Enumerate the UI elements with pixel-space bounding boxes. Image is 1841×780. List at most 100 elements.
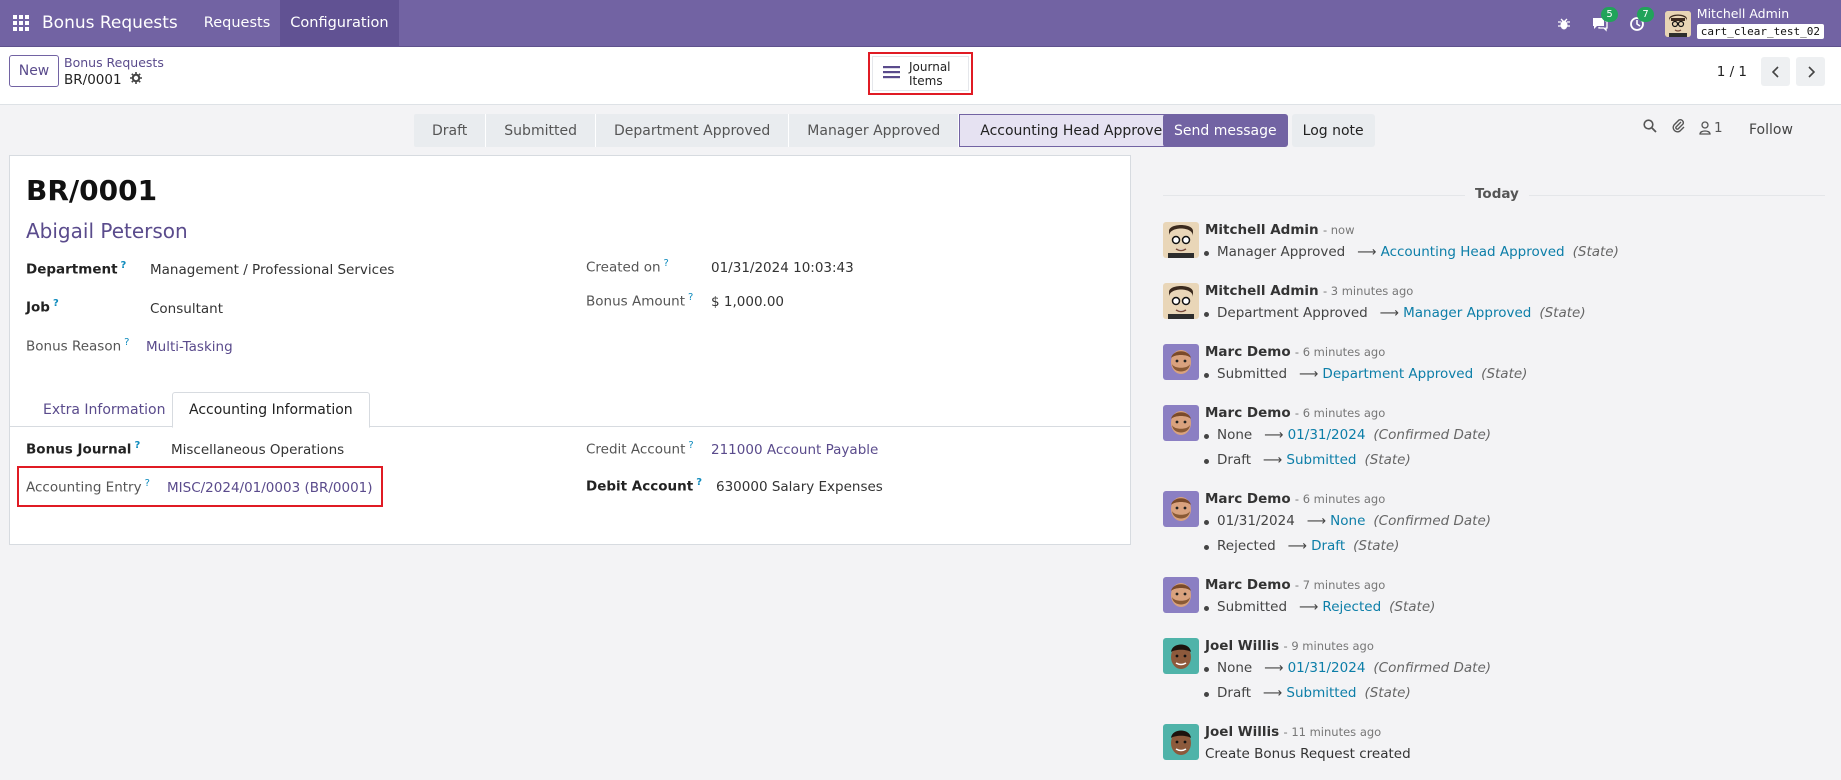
- tracking-new-value: Submitted: [1286, 685, 1357, 701]
- job-label: Job?: [26, 298, 59, 316]
- tracking-value: Manager Approved ⟶ Accounting Head Approve…: [1204, 244, 1619, 260]
- breadcrumb: Bonus Requests BR/0001: [64, 55, 164, 88]
- menu-configuration[interactable]: Configuration: [280, 0, 399, 47]
- message-header: Mitchell Admin - now: [1205, 222, 1355, 238]
- activities-count-badge: 7: [1637, 6, 1654, 22]
- tracking-value: Rejected ⟶ Draft (State): [1203, 538, 1399, 554]
- message-date: - 9 minutes ago: [1283, 639, 1374, 653]
- menu-requests[interactable]: Requests: [194, 0, 280, 47]
- bug-icon[interactable]: [1557, 17, 1571, 31]
- message-date: - 7 minutes ago: [1294, 578, 1386, 592]
- tracking-field-name: (State): [1481, 366, 1528, 382]
- tracking-field-name: (State): [1389, 599, 1436, 615]
- message-date: - 6 minutes ago: [1294, 406, 1386, 420]
- pager-previous-button[interactable]: [1761, 57, 1790, 86]
- author-avatar[interactable]: [1163, 283, 1199, 319]
- message-header: Marc Demo - 6 minutes ago: [1205, 344, 1385, 360]
- debit-account-field[interactable]: 630000 Salary Expenses: [716, 479, 883, 495]
- tracking-new-value: Department Approved: [1322, 366, 1474, 382]
- author-avatar[interactable]: [1163, 222, 1199, 258]
- chatter-tools: 1: [1643, 118, 1723, 137]
- tracking-value: Draft ⟶ Submitted (State): [1204, 685, 1411, 701]
- author-avatar[interactable]: [1163, 638, 1199, 674]
- message-author[interactable]: Mitchell Admin: [1205, 222, 1319, 238]
- tracking-new-value: Submitted: [1286, 452, 1357, 468]
- stage-submitted[interactable]: Submitted: [486, 114, 596, 147]
- bars-icon: [883, 65, 900, 83]
- message-author[interactable]: Joel Willis: [1205, 638, 1279, 654]
- journal-items-button[interactable]: Journal Items: [872, 56, 969, 91]
- app-brand[interactable]: Bonus Requests: [42, 13, 178, 33]
- activities-clock-icon[interactable]: 7: [1629, 6, 1654, 32]
- author-avatar[interactable]: [1163, 491, 1199, 527]
- message-author[interactable]: Marc Demo: [1205, 405, 1291, 421]
- arrow-right-icon: ⟶: [1299, 366, 1319, 382]
- apps-menu-icon[interactable]: [2, 0, 40, 47]
- tracking-old-value: Draft: [1217, 685, 1252, 701]
- debit-account-label: Debit Account?: [586, 477, 703, 495]
- follow-button[interactable]: Follow: [1749, 122, 1793, 138]
- bonus-reason-field[interactable]: Multi-Tasking: [146, 339, 233, 355]
- new-button[interactable]: New: [9, 55, 59, 87]
- bonus-amount-field[interactable]: $ 1,000.00: [711, 294, 784, 310]
- message-header: Joel Willis - 11 minutes ago: [1205, 724, 1381, 740]
- arrow-right-icon: ⟶: [1306, 513, 1327, 529]
- control-panel: New Bonus Requests BR/0001 Journal Items…: [0, 47, 1841, 105]
- pager-next-button[interactable]: [1796, 57, 1825, 86]
- log-note-button[interactable]: Log note: [1291, 114, 1375, 147]
- tracking-new-value: Accounting Head Approved: [1380, 244, 1565, 260]
- author-avatar[interactable]: [1163, 724, 1199, 760]
- bonus-journal-label: Bonus Journal?: [26, 440, 141, 458]
- accounting-entry-label: Accounting Entry?: [26, 478, 150, 496]
- tracking-old-value: Submitted: [1217, 366, 1288, 382]
- author-avatar[interactable]: [1163, 405, 1199, 441]
- message-date: - 11 minutes ago: [1283, 725, 1382, 739]
- message-body: Create Bonus Request created: [1205, 746, 1411, 762]
- arrow-right-icon: ⟶: [1264, 660, 1284, 676]
- tracking-new-value: 01/31/2024: [1287, 427, 1366, 443]
- message-header: Mitchell Admin - 3 minutes ago: [1205, 283, 1413, 299]
- message-author[interactable]: Joel Willis: [1205, 724, 1279, 740]
- tracking-new-value: 01/31/2024: [1287, 660, 1366, 676]
- message-author[interactable]: Marc Demo: [1205, 491, 1291, 507]
- tracking-field-name: (State): [1364, 452, 1411, 468]
- accounting-entry-field[interactable]: MISC/2024/01/0003 (BR/0001): [167, 480, 373, 496]
- stage-manager-approved[interactable]: Manager Approved: [789, 114, 960, 147]
- message-author[interactable]: Mitchell Admin: [1205, 283, 1319, 299]
- user-avatar[interactable]: [1664, 10, 1691, 37]
- stage-accounting-head-approved[interactable]: Accounting Head Approved: [959, 114, 1189, 147]
- breadcrumb-parent-link[interactable]: Bonus Requests: [64, 55, 164, 70]
- job-field[interactable]: Consultant: [150, 301, 223, 317]
- employee-field[interactable]: Abigail Peterson: [26, 219, 188, 243]
- department-field[interactable]: Management / Professional Services: [150, 262, 394, 278]
- send-message-button[interactable]: Send message: [1163, 114, 1288, 147]
- tracking-value: Submitted ⟶ Rejected (State): [1203, 599, 1436, 615]
- message-author[interactable]: Marc Demo: [1205, 577, 1291, 593]
- user-name[interactable]: Mitchell Admin: [1697, 8, 1824, 21]
- author-avatar[interactable]: [1163, 577, 1199, 613]
- message-date: - 3 minutes ago: [1322, 284, 1414, 298]
- arrow-right-icon: ⟶: [1264, 427, 1284, 443]
- breadcrumb-current: BR/0001: [64, 72, 122, 88]
- credit-account-field[interactable]: 211000 Account Payable: [711, 442, 878, 458]
- pager-value[interactable]: 1 / 1: [1717, 64, 1747, 80]
- tracking-value: Department Approved ⟶ Manager Approved (Sta…: [1204, 305, 1586, 321]
- tab-extra-information[interactable]: Extra Information: [27, 392, 181, 428]
- followers-button[interactable]: 1: [1699, 120, 1723, 136]
- gear-icon[interactable]: [129, 72, 142, 88]
- search-icon[interactable]: [1643, 118, 1657, 137]
- message-header: Marc Demo - 6 minutes ago: [1205, 405, 1385, 421]
- author-avatar[interactable]: [1163, 344, 1199, 380]
- tracking-field-name: (Confirmed Date): [1373, 660, 1492, 676]
- paperclip-icon[interactable]: [1671, 118, 1685, 137]
- tracking-field-name: (Confirmed Date): [1373, 427, 1492, 443]
- bonus-journal-field[interactable]: Miscellaneous Operations: [171, 442, 344, 458]
- database-badge: cart_clear_test_02: [1696, 23, 1824, 39]
- tab-accounting-information[interactable]: Accounting Information: [172, 392, 370, 428]
- tracking-value: None ⟶ 01/31/2024 (Confirmed Date): [1203, 660, 1492, 676]
- messages-icon[interactable]: 5: [1591, 6, 1618, 32]
- stage-department-approved[interactable]: Department Approved: [595, 114, 790, 147]
- journal-items-label: Journal Items: [909, 59, 951, 88]
- stage-draft[interactable]: Draft: [414, 114, 487, 147]
- message-author[interactable]: Marc Demo: [1205, 344, 1291, 360]
